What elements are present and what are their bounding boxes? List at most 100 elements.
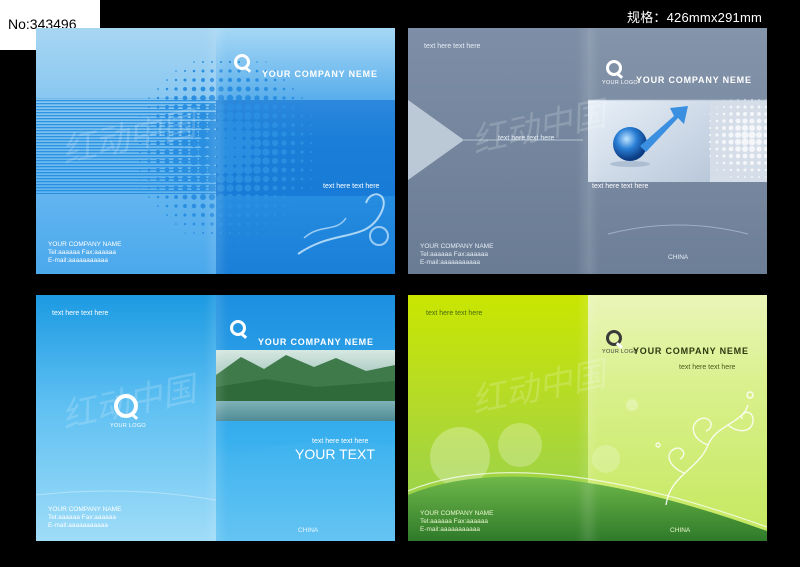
halftone-dot xyxy=(181,112,189,120)
halftone-dot xyxy=(200,95,206,101)
halftone-dot xyxy=(234,165,244,175)
halftone-dot xyxy=(309,141,313,145)
halftone-dot xyxy=(228,222,232,226)
halftone-dot xyxy=(264,222,268,226)
halftone-dot xyxy=(722,126,726,130)
logo-q-icon xyxy=(606,330,622,346)
halftone-dot xyxy=(181,130,189,138)
halftone-dot xyxy=(742,111,748,117)
halftone-dot xyxy=(139,169,141,171)
halftone-dot xyxy=(292,205,294,207)
halftone-dot xyxy=(263,203,269,209)
halftone-dot xyxy=(716,169,718,171)
halftone-dot xyxy=(227,212,233,218)
logo-q-icon xyxy=(230,320,246,336)
halftone-dot xyxy=(756,118,762,124)
halftone-dot xyxy=(235,94,243,102)
company-name: YOUR COMPANY NEME xyxy=(262,69,378,79)
halftone-dot xyxy=(224,155,236,167)
halftone-dot xyxy=(192,78,196,82)
halftone-dot xyxy=(183,78,187,82)
halftone-dot xyxy=(300,132,304,136)
halftone-dot xyxy=(757,161,761,165)
halftone-dot xyxy=(265,61,267,63)
halftone-dot xyxy=(736,112,740,116)
company-name: YOUR COMPANY NEME xyxy=(633,346,749,356)
sub-text: text here text here xyxy=(312,438,369,445)
halftone-dot xyxy=(750,161,754,165)
halftone-dot xyxy=(309,168,313,172)
halftone-dot xyxy=(191,95,197,101)
halftone-dot xyxy=(202,61,204,63)
halftone-dot xyxy=(253,166,261,174)
halftone-dot xyxy=(730,176,732,178)
halftone-dot xyxy=(734,131,742,139)
halftone-dot xyxy=(290,140,296,146)
halftone-dot xyxy=(189,156,199,166)
halftone-dot xyxy=(139,124,141,126)
halftone-dot xyxy=(281,176,287,182)
halftone-dot xyxy=(736,105,740,109)
halftone-dot xyxy=(227,203,233,209)
halftone-dot xyxy=(300,159,304,163)
halftone-dot xyxy=(235,193,243,201)
halftone-dot xyxy=(226,193,234,201)
contact-line-2: Tel:aaaaaa Fax:aaaaaa xyxy=(48,249,116,256)
halftone-dot xyxy=(217,184,225,192)
halftone-dot xyxy=(243,147,253,157)
halftone-dot xyxy=(229,241,231,243)
halftone-dot xyxy=(282,96,286,100)
halftone-dot xyxy=(274,223,276,225)
halftone-dot xyxy=(264,213,268,217)
halftone-dot xyxy=(255,78,259,82)
halftone-dot xyxy=(191,203,197,209)
halftone-dot xyxy=(181,175,189,183)
halftone-dot xyxy=(715,140,719,144)
halftone-dot xyxy=(728,146,734,152)
halftone-dot xyxy=(207,156,217,166)
halftone-dot xyxy=(272,122,278,128)
halftone-dot xyxy=(262,130,270,138)
halftone-dot xyxy=(190,166,198,174)
halftone-dot xyxy=(310,178,312,180)
halftone-dot xyxy=(218,203,224,209)
halftone-dot xyxy=(283,79,285,81)
halftone-dot xyxy=(209,86,215,92)
halftone-dot xyxy=(225,165,235,175)
left-top-text: text here text here xyxy=(424,43,481,50)
halftone-dot xyxy=(139,187,141,189)
halftone-dot xyxy=(741,124,749,132)
halftone-dot xyxy=(310,115,312,117)
halftone-dot xyxy=(290,158,296,164)
halftone-dot xyxy=(217,193,225,201)
halftone-dot xyxy=(209,203,215,209)
contact-line-3: E-mail:aaaaaaaaaaa xyxy=(420,526,480,533)
halftone-dot xyxy=(246,78,250,82)
halftone-dot xyxy=(736,161,740,165)
halftone-dot xyxy=(756,153,762,159)
halftone-dot xyxy=(244,103,252,111)
halftone-dot xyxy=(263,104,269,110)
halftone-dot xyxy=(708,133,712,137)
halftone-dot xyxy=(218,86,224,92)
halftone-dot xyxy=(252,156,262,166)
halftone-dot xyxy=(263,194,269,200)
halftone-dot xyxy=(281,113,287,119)
halftone-dot xyxy=(292,214,294,216)
halftone-dot xyxy=(282,204,286,208)
contact-line-3: E-mail:aaaaaaaaaaa xyxy=(48,257,108,264)
halftone-dot xyxy=(190,175,198,183)
halftone-dot xyxy=(164,149,170,155)
halftone-dot xyxy=(301,196,303,198)
halftone-dot xyxy=(291,123,295,127)
halftone-dot xyxy=(138,132,142,136)
halftone-dot xyxy=(281,167,287,173)
halftone-dot xyxy=(243,156,253,166)
halftone-dot xyxy=(189,138,199,148)
halftone-dot xyxy=(192,213,196,217)
halftone-dot xyxy=(198,147,208,157)
halftone-dot xyxy=(291,186,295,190)
halftone-dot xyxy=(138,150,142,154)
halftone-dot xyxy=(234,129,244,139)
halftone-dot xyxy=(722,105,726,109)
